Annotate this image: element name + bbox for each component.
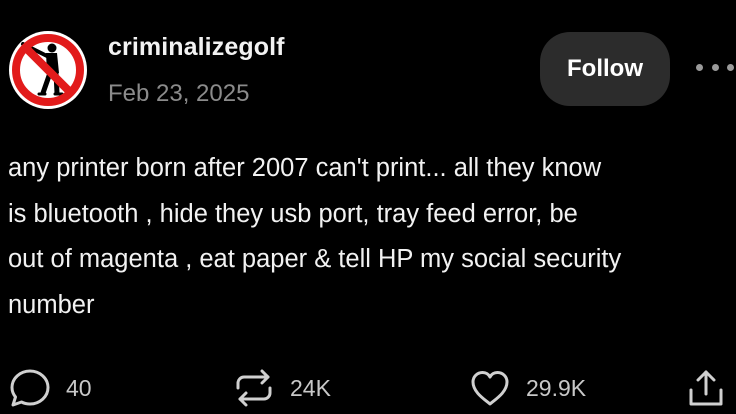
- repost-count: 24K: [290, 374, 331, 401]
- reply-count: 40: [66, 374, 92, 401]
- post-date: Feb 23, 2025: [108, 80, 250, 107]
- post-text: any printer born after 2007 can't print.…: [8, 154, 622, 319]
- follow-button[interactable]: Follow: [540, 32, 670, 106]
- more-dots-icon[interactable]: [696, 54, 734, 80]
- post: criminalizegolf Feb 23, 2025 Follow any …: [0, 0, 736, 414]
- like-button[interactable]: 29.9K: [468, 362, 586, 414]
- reply-button[interactable]: 40: [8, 362, 92, 414]
- repost-button[interactable]: 24K: [232, 362, 331, 414]
- dot: [711, 63, 719, 71]
- username[interactable]: criminalizegolf: [108, 33, 285, 62]
- dot: [696, 63, 703, 71]
- no-golf-icon: [10, 32, 86, 108]
- action-bar: 40 24K 29.9K: [0, 362, 736, 414]
- share-icon: [689, 370, 723, 406]
- heart-icon: [471, 371, 509, 406]
- like-count: 29.9K: [526, 374, 587, 401]
- share-button[interactable]: [686, 362, 726, 414]
- repost-arrows-icon: [236, 369, 272, 407]
- speech-bubble-icon: [10, 369, 50, 407]
- avatar[interactable]: [9, 31, 87, 109]
- dot: [727, 63, 734, 71]
